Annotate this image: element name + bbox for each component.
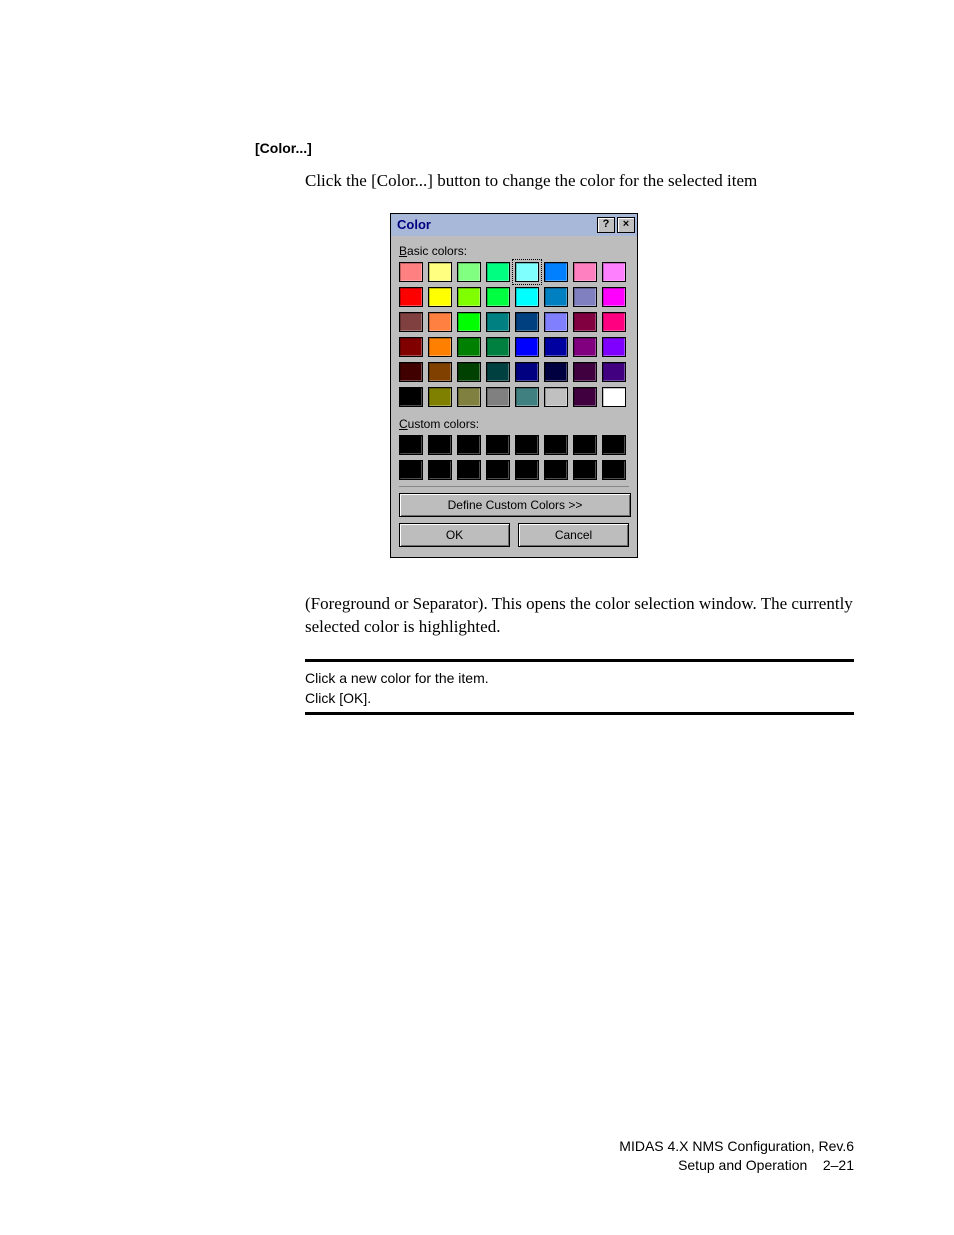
footer-section: Setup and Operation <box>678 1157 807 1173</box>
color-swatch[interactable] <box>602 312 626 332</box>
color-swatch[interactable] <box>602 362 626 382</box>
footer-doc-title: MIDAS 4.X NMS Configuration, Rev.6 <box>619 1137 854 1156</box>
color-swatch[interactable] <box>486 362 510 382</box>
custom-color-swatch[interactable] <box>486 460 510 480</box>
custom-color-swatch[interactable] <box>428 460 452 480</box>
color-swatch[interactable] <box>544 262 568 282</box>
color-swatch[interactable] <box>544 312 568 332</box>
custom-color-swatch[interactable] <box>399 460 423 480</box>
color-swatch[interactable] <box>573 262 597 282</box>
custom-color-swatch[interactable] <box>515 460 539 480</box>
custom-colors-label: Custom colors: <box>399 417 629 431</box>
color-swatch[interactable] <box>515 312 539 332</box>
custom-color-swatch[interactable] <box>544 435 568 455</box>
custom-color-swatch[interactable] <box>573 435 597 455</box>
color-swatch[interactable] <box>457 362 481 382</box>
help-icon[interactable]: ? <box>597 217 615 233</box>
color-swatch[interactable] <box>486 312 510 332</box>
color-swatch[interactable] <box>428 262 452 282</box>
color-swatch[interactable] <box>399 387 423 407</box>
color-swatch[interactable] <box>573 312 597 332</box>
color-swatch[interactable] <box>486 262 510 282</box>
color-swatch[interactable] <box>515 362 539 382</box>
color-swatch[interactable] <box>544 287 568 307</box>
custom-color-swatch[interactable] <box>486 435 510 455</box>
custom-color-swatch[interactable] <box>573 460 597 480</box>
color-swatch[interactable] <box>486 287 510 307</box>
basic-colors-label: Basic colors: <box>399 244 629 258</box>
custom-color-swatch[interactable] <box>399 435 423 455</box>
color-swatch[interactable] <box>602 387 626 407</box>
color-swatch[interactable] <box>486 387 510 407</box>
color-swatch[interactable] <box>428 387 452 407</box>
color-swatch[interactable] <box>399 312 423 332</box>
color-swatch[interactable] <box>486 337 510 357</box>
section-heading: [Color...] <box>255 140 854 156</box>
color-swatch[interactable] <box>602 337 626 357</box>
color-swatch[interactable] <box>602 262 626 282</box>
basic-colors-grid <box>399 262 629 407</box>
custom-colors-grid <box>399 435 629 480</box>
after-paragraph: (Foreground or Separator). This opens th… <box>305 593 854 639</box>
color-swatch[interactable] <box>573 362 597 382</box>
color-swatch[interactable] <box>399 262 423 282</box>
color-swatch[interactable] <box>544 337 568 357</box>
color-swatch[interactable] <box>515 337 539 357</box>
custom-color-swatch[interactable] <box>515 435 539 455</box>
color-swatch[interactable] <box>602 287 626 307</box>
color-swatch[interactable] <box>544 362 568 382</box>
color-swatch[interactable] <box>457 387 481 407</box>
custom-color-swatch[interactable] <box>457 435 481 455</box>
custom-color-swatch[interactable] <box>602 460 626 480</box>
color-swatch[interactable] <box>428 287 452 307</box>
color-dialog: Color ? × Basic colors: Custom colors: D… <box>390 213 638 558</box>
color-swatch[interactable] <box>428 337 452 357</box>
color-swatch[interactable] <box>428 362 452 382</box>
custom-color-swatch[interactable] <box>457 460 481 480</box>
custom-color-swatch[interactable] <box>428 435 452 455</box>
color-swatch[interactable] <box>457 287 481 307</box>
custom-color-swatch[interactable] <box>544 460 568 480</box>
footer-page-number: 2–21 <box>823 1157 854 1173</box>
color-swatch[interactable] <box>428 312 452 332</box>
color-swatch[interactable] <box>573 337 597 357</box>
ok-button[interactable]: OK <box>399 523 510 547</box>
define-custom-colors-button[interactable]: Define Custom Colors >> <box>399 493 631 517</box>
color-swatch[interactable] <box>573 287 597 307</box>
page-footer: MIDAS 4.X NMS Configuration, Rev.6 Setup… <box>619 1137 854 1175</box>
intro-paragraph: Click the [Color...] button to change th… <box>305 170 854 193</box>
step-line: Click [OK]. <box>305 690 854 706</box>
dialog-titlebar: Color ? × <box>391 214 637 236</box>
color-swatch[interactable] <box>399 287 423 307</box>
close-icon[interactable]: × <box>617 217 635 233</box>
dialog-title: Color <box>397 217 595 232</box>
cancel-button[interactable]: Cancel <box>518 523 629 547</box>
instruction-box: Click a new color for the item. Click [O… <box>305 659 854 715</box>
color-swatch[interactable] <box>399 337 423 357</box>
color-swatch[interactable] <box>457 312 481 332</box>
color-dialog-screenshot: Color ? × Basic colors: Custom colors: D… <box>390 213 854 558</box>
color-swatch[interactable] <box>515 387 539 407</box>
step-line: Click a new color for the item. <box>305 670 854 686</box>
custom-color-swatch[interactable] <box>602 435 626 455</box>
color-swatch[interactable] <box>399 362 423 382</box>
color-swatch[interactable] <box>573 387 597 407</box>
color-swatch[interactable] <box>515 287 539 307</box>
color-swatch[interactable] <box>544 387 568 407</box>
color-swatch[interactable] <box>457 262 481 282</box>
color-swatch[interactable] <box>515 262 539 282</box>
color-swatch[interactable] <box>457 337 481 357</box>
